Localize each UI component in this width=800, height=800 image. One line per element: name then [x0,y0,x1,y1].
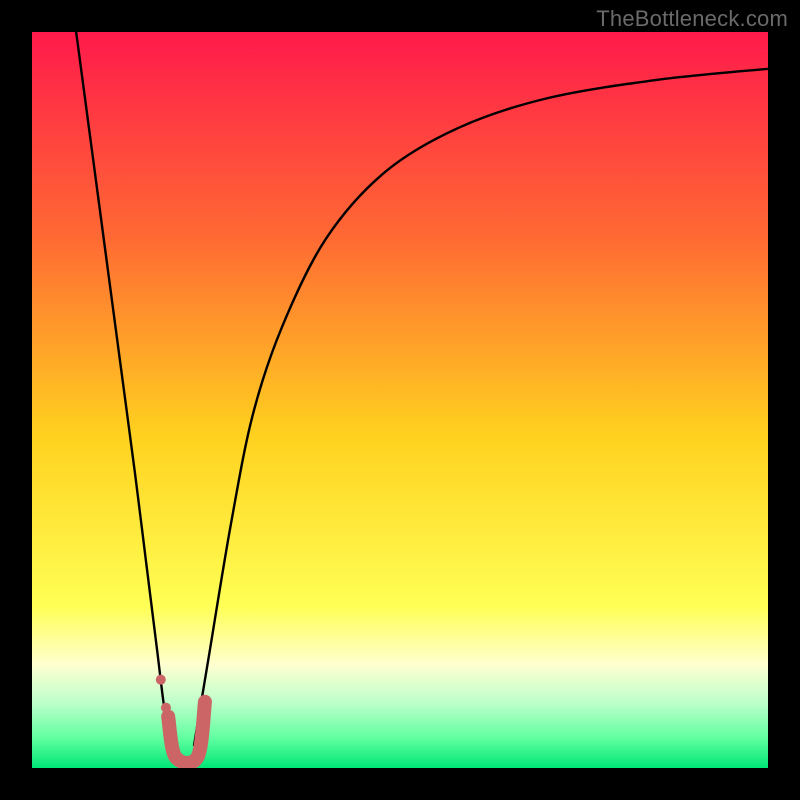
plot-area [32,32,768,768]
watermark-text: TheBottleneck.com [596,6,788,32]
gradient-bg [32,32,768,768]
marker-dot-0 [156,675,166,685]
chart-frame: TheBottleneck.com [0,0,800,800]
marker-dot-1 [161,703,171,713]
chart-svg [32,32,768,768]
